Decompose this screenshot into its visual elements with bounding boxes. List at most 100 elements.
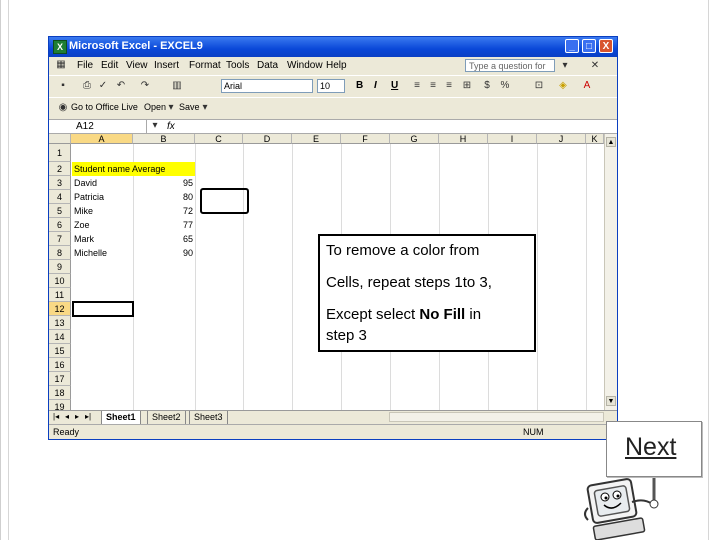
tab-sheet2[interactable]: Sheet2 (147, 411, 186, 425)
row-header-9[interactable]: 9 (49, 260, 71, 274)
row-header-16[interactable]: 16 (49, 358, 71, 372)
row-header-3[interactable]: 3 (49, 176, 71, 190)
menu-view[interactable]: View (126, 60, 148, 71)
last-sheet-icon[interactable]: ▸| (85, 412, 91, 421)
row-header-17[interactable]: 17 (49, 372, 71, 386)
fx-icon[interactable]: fx (167, 120, 175, 133)
row-header-5[interactable]: 5 (49, 204, 71, 218)
row-header-1[interactable]: 1 (49, 144, 71, 162)
name-box-dropdown-icon[interactable]: ▾ (149, 120, 161, 132)
menu-data[interactable]: Data (257, 60, 278, 71)
row-header-4[interactable]: 4 (49, 190, 71, 204)
open-button[interactable]: Open (144, 102, 166, 112)
save-dropdown-icon[interactable]: ▾ (199, 102, 211, 114)
cell-average[interactable]: 65 (133, 232, 195, 246)
row-header-11[interactable]: 11 (49, 288, 71, 302)
cell-name[interactable]: Michelle (72, 246, 133, 260)
print-icon[interactable]: ⎙ (81, 80, 93, 92)
row-header-2[interactable]: 2 (49, 162, 71, 176)
cell-name[interactable]: Patricia (72, 190, 133, 204)
cell-average[interactable]: 77 (133, 218, 195, 232)
header-cell-a2-b2[interactable]: Student name Average (72, 162, 195, 176)
align-left-icon[interactable]: ≡ (411, 80, 423, 92)
italic-button[interactable]: I (374, 80, 377, 91)
column-header-f[interactable]: F (341, 134, 390, 144)
row-header-7[interactable]: 7 (49, 232, 71, 246)
name-box[interactable]: A12 (73, 120, 147, 133)
scroll-down-icon[interactable]: ▼ (606, 396, 616, 406)
row-header-13[interactable]: 13 (49, 316, 71, 330)
currency-icon[interactable]: $ (481, 80, 493, 92)
tab-sheet1[interactable]: Sheet1 (101, 411, 141, 425)
menu-format[interactable]: Format (189, 60, 221, 71)
column-header-d[interactable]: D (243, 134, 292, 144)
chart-icon[interactable]: ▥ (171, 80, 183, 92)
horizontal-scrollbar[interactable] (389, 412, 604, 422)
close-workbook-icon[interactable]: ✕ (589, 60, 601, 72)
prev-sheet-icon[interactable]: ◂ (65, 412, 69, 421)
menu-edit[interactable]: Edit (101, 60, 118, 71)
menu-tools[interactable]: Tools (226, 60, 249, 71)
active-cell-a12[interactable] (72, 301, 134, 317)
next-sheet-icon[interactable]: ▸ (75, 412, 79, 421)
merge-center-icon[interactable]: ⊞ (461, 80, 473, 92)
fill-color-icon[interactable]: ◈ (557, 80, 569, 92)
workbook-icon[interactable]: ▦ (55, 59, 67, 71)
cell-average[interactable]: 90 (133, 246, 195, 260)
vertical-scrollbar[interactable]: ▲ ▼ (604, 134, 617, 410)
minimize-button[interactable]: _ (565, 39, 579, 53)
open-dropdown-icon[interactable]: ▾ (165, 102, 177, 114)
row-header-14[interactable]: 14 (49, 330, 71, 344)
column-header-b[interactable]: B (133, 134, 195, 144)
menu-insert[interactable]: Insert (154, 60, 179, 71)
cell-average[interactable]: 95 (133, 176, 195, 190)
menu-help[interactable]: Help (326, 60, 347, 71)
select-all-corner[interactable] (49, 134, 71, 144)
row-header-8[interactable]: 8 (49, 246, 71, 260)
spelling-icon[interactable]: ✓ (97, 80, 109, 92)
column-header-j[interactable]: J (537, 134, 586, 144)
align-right-icon[interactable]: ≡ (443, 80, 455, 92)
column-header-i[interactable]: I (488, 134, 537, 144)
percent-icon[interactable]: % (499, 80, 511, 92)
chevron-down-icon[interactable]: ▾ (559, 60, 571, 72)
cell-name[interactable]: Mark (72, 232, 133, 246)
row-header-18[interactable]: 18 (49, 386, 71, 400)
save-icon[interactable]: ▪ (57, 80, 69, 92)
menu-file[interactable]: File (77, 60, 93, 71)
redo-icon[interactable]: ↷ (139, 80, 151, 92)
cell-name[interactable]: David (72, 176, 133, 190)
tab-sheet3[interactable]: Sheet3 (189, 411, 228, 425)
font-color-icon[interactable]: A (581, 80, 593, 92)
row-header-19[interactable]: 19 (49, 400, 71, 410)
underline-button[interactable]: U (391, 80, 398, 91)
row-header-10[interactable]: 10 (49, 274, 71, 288)
column-header-e[interactable]: E (292, 134, 341, 144)
scroll-up-icon[interactable]: ▲ (606, 137, 616, 147)
first-sheet-icon[interactable]: |◂ (53, 412, 59, 421)
menu-window[interactable]: Window (287, 60, 323, 71)
next-button-label[interactable]: Next (625, 433, 676, 462)
maximize-button[interactable]: □ (582, 39, 596, 53)
borders-icon[interactable]: ⊡ (533, 80, 545, 92)
row-header-6[interactable]: 6 (49, 218, 71, 232)
row-header-12[interactable]: 12 (49, 302, 71, 316)
cell-average[interactable]: 72 (133, 204, 195, 218)
column-header-h[interactable]: H (439, 134, 488, 144)
cell-average[interactable]: 80 (133, 190, 195, 204)
column-header-a[interactable]: A (71, 134, 133, 144)
column-header-g[interactable]: G (390, 134, 439, 144)
office-live-button[interactable]: Go to Office Live (71, 102, 138, 112)
font-size-select[interactable]: 10 (317, 79, 345, 93)
column-header-c[interactable]: C (195, 134, 243, 144)
save-button[interactable]: Save (179, 102, 200, 112)
cell-name[interactable]: Zoe (72, 218, 133, 232)
undo-icon[interactable]: ↶ (115, 80, 127, 92)
cell-name[interactable]: Mike (72, 204, 133, 218)
align-center-icon[interactable]: ≡ (427, 80, 439, 92)
bold-button[interactable]: B (356, 80, 363, 91)
column-header-k[interactable]: K (586, 134, 604, 144)
font-name-select[interactable]: Arial (221, 79, 313, 93)
close-button[interactable]: X (599, 39, 613, 53)
row-header-15[interactable]: 15 (49, 344, 71, 358)
